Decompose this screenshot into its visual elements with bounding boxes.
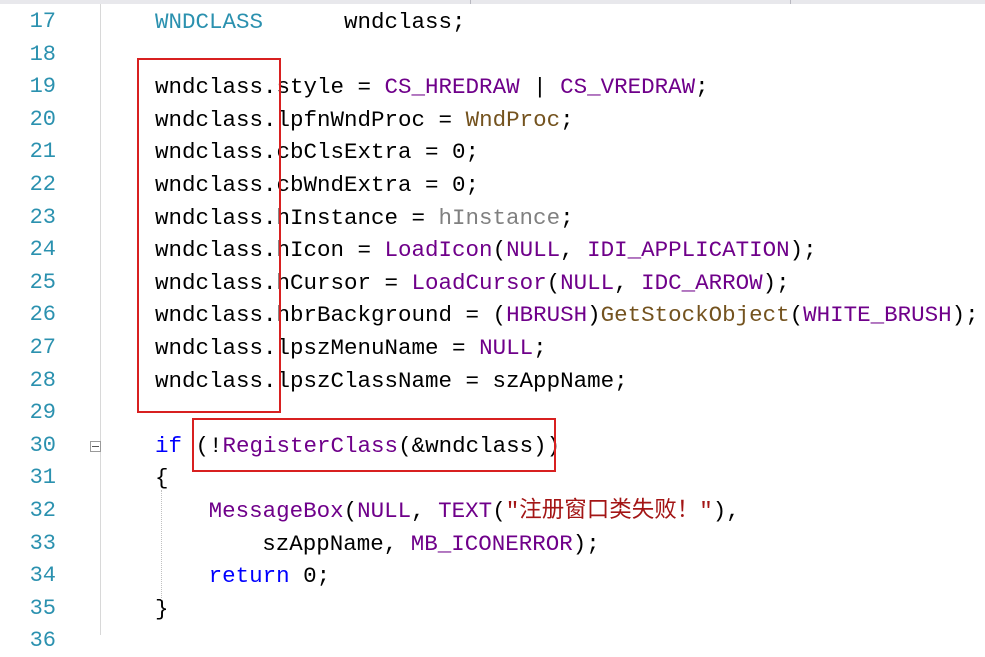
code-token: CS_HREDRAW bbox=[384, 74, 520, 101]
code-token: LoadCursor bbox=[411, 269, 547, 296]
code-token: IDC_ARROW bbox=[641, 269, 763, 296]
code-token: WndProc bbox=[465, 106, 561, 133]
code-line[interactable]: 17 WNDCLASS wndclass; bbox=[0, 6, 985, 38]
code-line[interactable]: 36 bbox=[0, 625, 985, 657]
line-number: 22 bbox=[29, 172, 56, 197]
line-number: 26 bbox=[29, 302, 56, 328]
code-token: ); bbox=[572, 530, 600, 557]
code-token: ( bbox=[343, 498, 358, 524]
code-token: NULL bbox=[479, 335, 534, 361]
code-text[interactable]: szAppName, MB_ICONERROR); bbox=[262, 528, 600, 560]
code-token: ; bbox=[560, 204, 574, 231]
code-token: ); bbox=[951, 302, 979, 329]
code-token: ; bbox=[560, 106, 574, 133]
code-token: HBRUSH bbox=[506, 302, 588, 329]
line-number: 29 bbox=[29, 400, 56, 426]
code-token: 0; bbox=[289, 563, 331, 590]
code-token: IDI_APPLICATION bbox=[587, 237, 790, 264]
line-number: 28 bbox=[29, 367, 56, 393]
line-number: 23 bbox=[29, 204, 56, 230]
code-line[interactable]: 34 return 0; bbox=[0, 560, 985, 592]
code-token: ) bbox=[587, 302, 601, 329]
indent-guide bbox=[161, 490, 162, 600]
code-token: ( bbox=[789, 302, 804, 329]
line-number: 18 bbox=[29, 41, 56, 67]
collapse-icon[interactable] bbox=[90, 440, 101, 452]
code-line[interactable]: 33 szAppName, MB_ICONERROR); bbox=[0, 528, 985, 560]
code-token: NULL bbox=[560, 269, 615, 296]
line-number: 19 bbox=[29, 74, 56, 100]
line-number: 30 bbox=[29, 432, 56, 458]
code-token: CS_VREDRAW bbox=[560, 74, 696, 101]
line-number: 36 bbox=[29, 628, 56, 654]
code-token: ; bbox=[533, 335, 547, 361]
line-number: 34 bbox=[29, 563, 56, 589]
code-token: return bbox=[208, 563, 290, 590]
code-token: wndclass; bbox=[263, 9, 466, 35]
code-token: ( bbox=[546, 269, 561, 296]
code-token: MB_ICONERROR bbox=[410, 530, 573, 557]
line-number: 17 bbox=[29, 9, 56, 34]
line-number: 21 bbox=[29, 139, 56, 165]
code-token: NULL bbox=[506, 237, 561, 264]
code-token: TEXT bbox=[438, 498, 493, 524]
code-token: | bbox=[519, 74, 561, 101]
editor-tab-strip bbox=[0, 0, 985, 4]
code-token: LoadIcon bbox=[384, 237, 493, 264]
code-text[interactable]: MessageBox(NULL, TEXT("注册窗口类失败！"), bbox=[209, 495, 740, 527]
code-token: if bbox=[155, 432, 183, 459]
code-token: , bbox=[614, 269, 642, 296]
tab-divider bbox=[790, 0, 791, 4]
tab-divider bbox=[470, 0, 471, 4]
code-token: GetStockObject bbox=[600, 302, 790, 329]
code-token: ), bbox=[712, 498, 740, 524]
code-line[interactable]: 35} bbox=[0, 593, 985, 625]
code-token: { bbox=[155, 465, 169, 492]
line-number: 31 bbox=[29, 465, 56, 491]
line-number: 35 bbox=[29, 595, 56, 621]
line-number: 33 bbox=[29, 530, 56, 556]
code-token: MessageBox bbox=[208, 498, 344, 524]
code-token: hInstance bbox=[438, 204, 561, 231]
highlight-box-registerclass bbox=[192, 418, 556, 472]
code-token: , bbox=[560, 237, 588, 264]
code-token: NULL bbox=[357, 498, 412, 524]
line-number: 27 bbox=[29, 335, 56, 360]
code-token: , bbox=[411, 498, 439, 524]
code-token: WNDCLASS bbox=[155, 9, 264, 35]
code-token: ); bbox=[762, 269, 790, 296]
code-line[interactable]: 32 MessageBox(NULL, TEXT("注册窗口类失败！"), bbox=[0, 495, 985, 527]
code-token: WHITE_BRUSH bbox=[803, 302, 952, 329]
code-text[interactable]: return 0; bbox=[209, 560, 331, 592]
line-number: 25 bbox=[29, 269, 56, 295]
line-number: 20 bbox=[29, 106, 56, 132]
code-token: ( bbox=[492, 237, 507, 264]
line-number: 32 bbox=[29, 498, 56, 523]
code-token: ); bbox=[789, 237, 817, 264]
code-token: ; bbox=[695, 74, 709, 101]
code-token: "注册窗口类失败！" bbox=[505, 498, 713, 524]
code-text[interactable]: WNDCLASS wndclass; bbox=[155, 6, 466, 38]
highlight-box-wndclass-prefix bbox=[137, 58, 281, 413]
line-number: 24 bbox=[29, 237, 56, 263]
code-token: ( bbox=[492, 498, 506, 524]
code-token: szAppName, bbox=[262, 530, 411, 557]
